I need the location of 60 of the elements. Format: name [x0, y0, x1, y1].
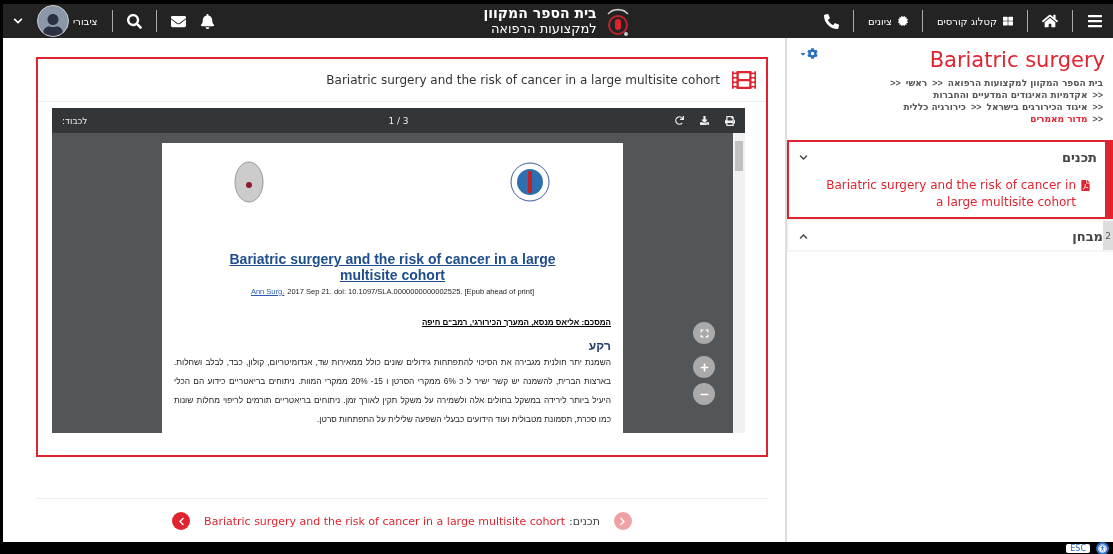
esc-key[interactable]: ESC	[1066, 543, 1090, 553]
breadcrumb-current[interactable]: מדור מאמרים	[1030, 114, 1088, 124]
menu-icon[interactable]	[1087, 13, 1103, 29]
chevron-up-icon	[799, 232, 808, 241]
nav-label: תכנים:	[569, 514, 600, 528]
recipient-label: לכבוד:	[62, 115, 88, 126]
rotate-icon[interactable]	[675, 116, 684, 125]
nav-link[interactable]: קטלוג קורסים	[936, 15, 1013, 27]
breadcrumb-link[interactable]: אקדמיות האיגודים המדעיים והחברות	[933, 90, 1088, 100]
caret-icon[interactable]	[13, 16, 23, 26]
breadcrumb-separator: >>	[1092, 114, 1103, 124]
logo-title: בית הספר המקוון	[483, 6, 597, 22]
plus-icon	[699, 362, 709, 372]
section-heading: רקע	[588, 339, 611, 353]
previous-button[interactable]	[172, 512, 191, 530]
search-icon[interactable]	[126, 13, 142, 29]
phone-icon[interactable]	[824, 13, 840, 29]
film-icon	[732, 68, 756, 92]
accordion-header[interactable]: מבחן	[799, 229, 1103, 244]
page-counter: 1 / 3	[388, 115, 409, 126]
body-paragraph: השמנת יתר חולנית מגבירה את הסיכוי להתפתחות גידולים שונים כולל ממאירות שד, אנדומיטריום, קולון, כבד, לבלב ושחלות. בארצות הברית, להשמנה יש קשר ישיר ל כ 6% ממקרי הסרטן ו 15- 20% ממקרי המוות. ניתוחים בריאטריים כידוע הם הכלי היעיל ביותר לירידה במשקל בחולים אלה ולשמירה על משקל תקין לאורך זמן. ניתוחים בריאטריים תורמים לריפוי מחלות שונות כמו סכרת, תסמונת מטבולית ועוד הידועים כבעלי השפעה שלילית על התפתחות סרטן.	[174, 356, 611, 426]
breadcrumb-separator: >>	[890, 78, 901, 88]
expand-icon	[699, 328, 709, 338]
summary-author: המסכם: אליאס מנסא, המערך הכירורגי, רמב"ם חיפה	[421, 318, 611, 327]
chevron-left-icon	[176, 516, 186, 526]
home-icon[interactable]	[1042, 13, 1058, 29]
nav-link[interactable]: ציונים	[868, 15, 908, 27]
chevron-down-icon	[799, 153, 808, 162]
settings-icon[interactable]	[799, 48, 818, 59]
print-icon[interactable]	[725, 115, 735, 126]
avatar[interactable]	[37, 5, 69, 37]
bell-icon[interactable]	[199, 13, 215, 29]
fit-button[interactable]	[693, 322, 715, 344]
zoom-in-button[interactable]	[693, 356, 715, 378]
badge-icon	[897, 16, 908, 26]
download-icon[interactable]	[700, 116, 709, 125]
user-menu[interactable]: ציבורי	[73, 15, 98, 27]
study-logo	[234, 161, 264, 203]
mail-icon[interactable]	[170, 13, 186, 29]
grid-icon	[1003, 16, 1013, 26]
content-title: Bariatric surgery and the risk of cancer in a large multisite cohort	[326, 73, 720, 87]
zoom-out-button[interactable]	[693, 383, 715, 405]
breadcrumb-separator: >>	[970, 102, 982, 112]
breadcrumb-link[interactable]: איגוד הכירורגים בישראל	[986, 102, 1088, 112]
accordion-header[interactable]: תכנים	[799, 150, 1097, 165]
breadcrumb-separator: >>	[1092, 90, 1103, 100]
logo-subtitle: למקצועות הרפואה	[490, 21, 597, 36]
pdf-icon	[1080, 180, 1091, 191]
page-title: Bariatric surgery	[929, 48, 1105, 72]
breadcrumb-link[interactable]: כירורגיה כללית	[903, 102, 966, 112]
scrollbar[interactable]	[733, 133, 745, 433]
breadcrumb-link[interactable]: בית הספר המקוון למקצועות הרפואה	[947, 78, 1103, 88]
chevron-right-icon	[618, 516, 628, 526]
document-title: Bariatric surgery and the risk of cancer in a large multisite cohort	[228, 251, 557, 283]
content-link[interactable]: Bariatric surgery and the risk of cancer in a large multisite cohort	[204, 514, 565, 528]
breadcrumb-link[interactable]: ראשי	[905, 78, 928, 88]
content-item[interactable]: Bariatric surgery and the risk of cancer in a large multisite cohort	[821, 177, 1091, 211]
academy-logo	[509, 161, 551, 203]
breadcrumb-separator: >>	[932, 78, 943, 88]
breadcrumb-separator: >>	[1092, 102, 1103, 112]
